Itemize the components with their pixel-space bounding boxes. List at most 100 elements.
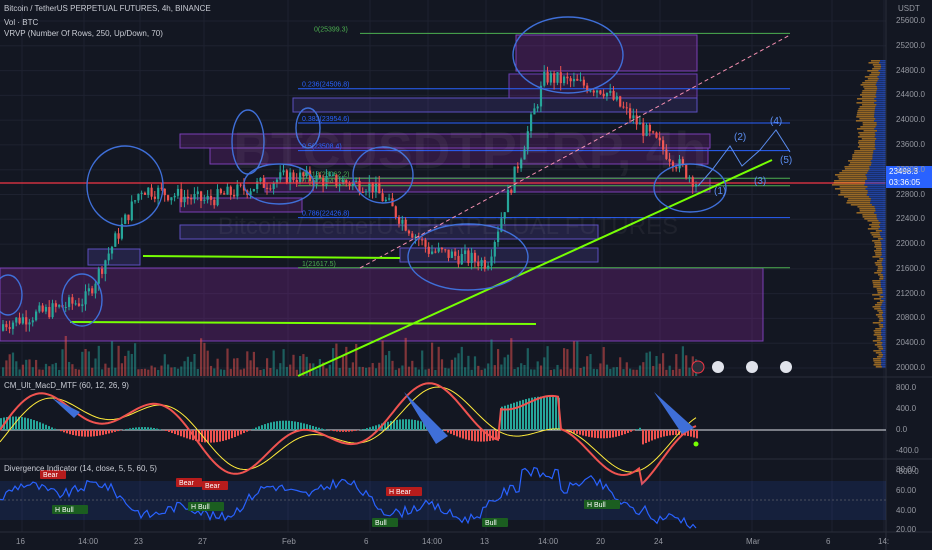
profile-bar-up [857,112,875,114]
profile-bar-up [873,358,881,360]
volume-bar [153,367,156,376]
bar-countdown: 03:36:05 [889,178,921,187]
divergence-tick-label: 80.00 [896,465,917,474]
macd-histogram-bar [39,422,41,430]
profile-bar-up [871,234,881,236]
volume-bar [566,349,569,376]
candle-body [41,305,44,312]
candle-body [572,78,576,82]
macd-histogram-bar [399,419,401,430]
volume-bar [543,357,546,376]
macd-histogram-bar [54,428,56,430]
macd-histogram-bar [258,426,260,430]
candle-body [216,189,219,206]
volume-bar [365,367,368,376]
macd-histogram-bar [105,430,107,435]
profile-bar-up [877,268,883,270]
event-icons[interactable] [691,360,792,374]
flash-icon [691,360,705,374]
macd-histogram-bar [264,424,266,430]
candle-body [490,256,493,266]
macd-histogram-bar [591,430,593,438]
profile-bar-down [882,336,886,338]
macd-histogram-bar [111,430,113,433]
volume-bar [252,351,255,376]
macd-histogram-bar [252,428,254,430]
volume-bar [91,367,94,376]
profile-bar-up [874,304,882,306]
macd-histogram-bar [126,428,128,430]
volume-bar [497,349,500,376]
profile-bar-down [877,88,886,90]
macd-histogram-bar [468,430,470,441]
support-line-1 [142,255,401,259]
macd-histogram-bar [345,430,347,432]
profile-bar-down [881,298,886,300]
macd-histogram-bar [537,396,539,430]
divergence-legend[interactable]: Divergence Indicator (14, close, 5, 5, 6… [4,464,157,473]
divergence-pane [0,466,886,529]
candle-body [18,317,21,324]
volume-bar [285,366,288,376]
macd-histogram-bar [408,419,410,430]
macd-histogram-bar [333,430,335,432]
macd-histogram-bar [363,428,365,430]
macd-histogram-bar [315,426,317,430]
volume-bar [368,367,371,376]
profile-bar-down [881,308,886,310]
profile-bar-up [841,170,869,172]
profile-bar-up [858,132,875,134]
volume-bar [74,368,77,376]
wave-label-1: (1) [714,186,726,197]
profile-bar-down [875,144,886,146]
time-tick-label: 14:00 [538,537,559,546]
volume-bar [658,363,661,376]
volume-bar [150,365,153,376]
candle-body [150,187,153,197]
volume-bar [464,367,467,376]
profile-bar-up [857,110,875,112]
volume-bar [569,368,572,376]
candle-body [454,251,457,256]
volume-bar [596,369,599,376]
chart-title[interactable]: Bitcoin / TetherUS PERPETUAL FUTURES, 4h… [4,4,211,13]
macd-histogram-bar [102,430,104,435]
volume-bar [685,355,688,376]
time-tick-label: 27 [198,537,207,546]
zone-boxes[interactable] [0,34,764,342]
volume-bar [539,365,543,376]
volume-bar [48,366,51,376]
volume-bar [371,363,374,376]
profile-bar-down [874,114,886,116]
macd-legend[interactable]: CM_Ult_MacD_MTF (60, 12, 26, 9) [4,381,129,390]
profile-bar-up [873,360,881,362]
profile-bar-down [872,154,886,156]
us-flag-icon [712,361,724,373]
profile-bar-down [881,264,886,266]
volume-bar [638,365,642,376]
macd-histogram-bar [630,430,632,432]
volume-bar [526,348,529,376]
profile-bar-down [880,282,886,284]
candle-body [190,198,193,200]
profile-bar-up [872,294,881,296]
candle-body [368,182,371,192]
volume-bar [579,368,582,376]
time-tick-label: Feb [282,537,296,546]
macd-histogram-bar [696,430,698,439]
macd-histogram-bar [147,427,149,430]
volume-bar [282,349,285,376]
profile-bar-up [874,250,882,252]
candle-body [431,251,434,254]
profile-bar-up [879,276,884,278]
volume-bar [44,363,48,376]
volume-legend[interactable]: Vol · BTC [4,18,38,27]
macd-histogram-bar [186,430,188,439]
candle-body [223,193,226,195]
profile-bar-up [873,236,881,238]
candle-body [252,189,255,192]
candle-body [563,76,566,84]
vrvp-legend[interactable]: VRVP (Number Of Rows, 250, Up/Down, 70) [4,29,163,38]
profile-bar-up [863,86,877,88]
profile-bar-down [875,210,886,212]
